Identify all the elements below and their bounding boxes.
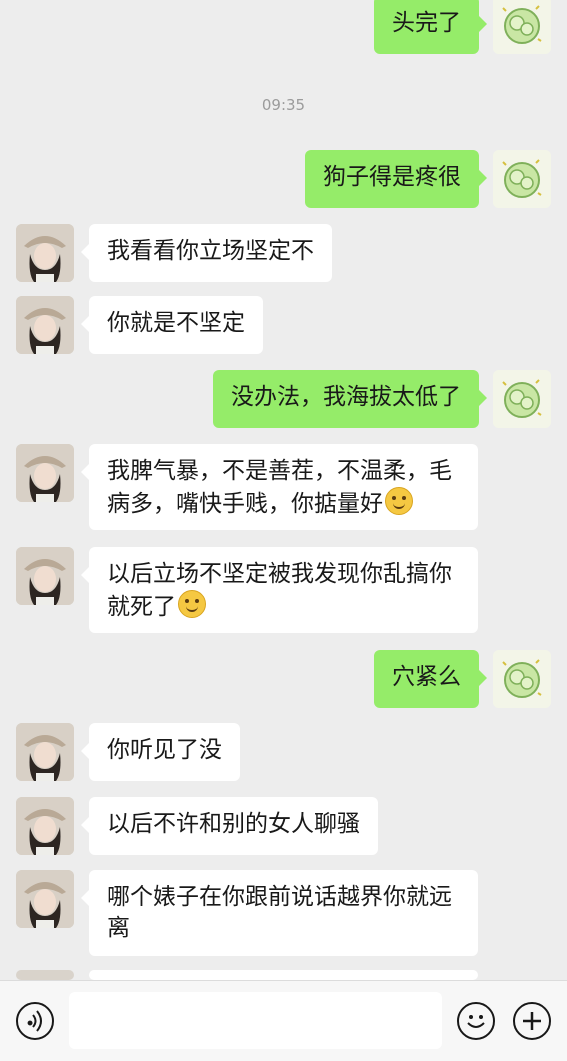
avatar-other[interactable] (16, 970, 74, 980)
message-text: 头完了 (392, 10, 461, 36)
message-bubble-other[interactable]: 你就是不坚定 (81, 296, 263, 354)
girl-avatar-icon (16, 723, 74, 781)
girl-avatar-icon (16, 797, 74, 855)
input-bar (0, 980, 567, 1061)
add-icon (523, 1012, 541, 1030)
smile-emoji-icon (178, 590, 206, 618)
avatar-other[interactable] (16, 296, 74, 354)
message-text: 以后立场不坚定被我发现你乱搞你就死了 (107, 561, 452, 620)
emoji-button[interactable] (457, 1002, 495, 1040)
chat-area[interactable]: 头完了 09:35 狗子得是疼很 我看看你立场坚定不 你就是不坚定 没办法，我海… (0, 0, 567, 980)
girl-avatar-icon (16, 547, 74, 605)
girl-avatar-icon (16, 870, 74, 928)
message-text: 狗子得是疼很 (323, 164, 461, 190)
avatar-self[interactable] (493, 0, 551, 54)
avatar-other[interactable] (16, 444, 74, 502)
emoji-icon (467, 1015, 485, 1028)
message-bubble-other[interactable]: 哪个婊子在你跟前说话越界你就远离 (81, 870, 478, 956)
girl-avatar-icon (16, 296, 74, 354)
cabbage-avatar-icon (493, 0, 551, 54)
avatar-other[interactable] (16, 224, 74, 282)
add-button[interactable] (513, 1002, 551, 1040)
message-bubble-self[interactable]: 穴紧么 (374, 650, 487, 708)
cabbage-avatar-icon (493, 370, 551, 428)
avatar-other[interactable] (16, 797, 74, 855)
voice-icon (27, 1010, 42, 1032)
message-bubble-self[interactable]: 没办法，我海拔太低了 (213, 370, 487, 428)
message-text: 穴紧么 (392, 664, 461, 690)
message-bubble-other[interactable]: 我看看你立场坚定不 (81, 224, 332, 282)
avatar-self[interactable] (493, 370, 551, 428)
message-bubble-other[interactable]: 以后立场不坚定被我发现你乱搞你就死了 (81, 547, 478, 633)
smile-emoji-icon (385, 487, 413, 515)
avatar-other[interactable] (16, 723, 74, 781)
timestamp: 09:35 (261, 96, 306, 114)
voice-button[interactable] (16, 1002, 54, 1040)
message-bubble-other[interactable] (89, 970, 478, 980)
girl-avatar-icon (16, 224, 74, 282)
message-text: 没办法，我海拔太低了 (231, 384, 461, 410)
avatar-self[interactable] (493, 650, 551, 708)
message-text: 你听见了没 (107, 737, 222, 763)
message-text: 哪个婊子在你跟前说话越界你就远离 (107, 884, 452, 941)
message-text: 以后不许和别的女人聊骚 (107, 811, 360, 837)
cabbage-avatar-icon (493, 150, 551, 208)
cabbage-avatar-icon (493, 650, 551, 708)
message-bubble-other[interactable]: 我脾气暴，不是善茬，不温柔，毛病多，嘴快手贱，你掂量好 (81, 444, 478, 530)
message-bubble-self[interactable]: 头完了 (374, 0, 487, 54)
message-input[interactable] (69, 992, 442, 1049)
girl-avatar-icon (16, 444, 74, 502)
message-bubble-other[interactable]: 你听见了没 (81, 723, 240, 781)
message-bubble-other[interactable]: 以后不许和别的女人聊骚 (81, 797, 378, 855)
avatar-other[interactable] (16, 870, 74, 928)
message-text: 你就是不坚定 (107, 310, 245, 336)
avatar-self[interactable] (493, 150, 551, 208)
avatar-other[interactable] (16, 547, 74, 605)
message-text: 我看看你立场坚定不 (107, 238, 314, 264)
message-bubble-self[interactable]: 狗子得是疼很 (305, 150, 487, 208)
